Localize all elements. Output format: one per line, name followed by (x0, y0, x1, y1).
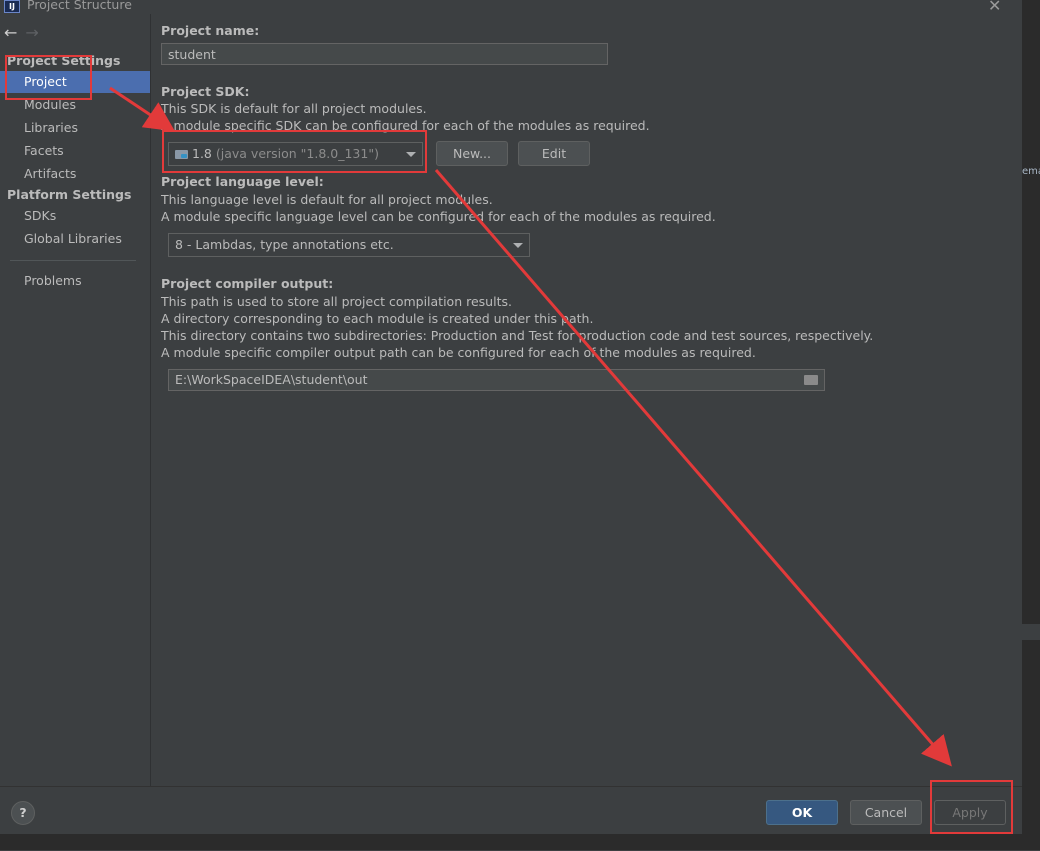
language-level-dropdown[interactable]: 8 - Lambdas, type annotations etc. (168, 233, 530, 257)
background-editor-text: ema (1022, 166, 1040, 177)
project-sdk-label: Project SDK: (161, 84, 250, 99)
compiler-output-value: E:\WorkSpaceIDEA\student\out (175, 372, 368, 387)
project-name-label: Project name: (161, 23, 260, 38)
project-sdk-desc-1: This SDK is default for all project modu… (161, 101, 427, 116)
annotation-box-apply (930, 780, 1013, 834)
help-button[interactable]: ? (11, 801, 35, 825)
language-level-label: Project language level: (161, 174, 324, 189)
new-sdk-button[interactable]: New... (436, 141, 508, 166)
compiler-output-desc-3: This directory contains two subdirectori… (161, 328, 874, 343)
compiler-output-desc-4: A module specific compiler output path c… (161, 345, 756, 360)
sidebar-item-sdks[interactable]: SDKs (0, 205, 150, 227)
annotation-box-sdk (162, 130, 427, 173)
sidebar-item-global-libraries[interactable]: Global Libraries (0, 228, 150, 250)
background-editor-strip (1022, 0, 1040, 850)
title-bar: IJ Project Structure ✕ (0, 0, 1022, 15)
forward-arrow-icon[interactable]: → (25, 23, 38, 42)
sidebar-divider (10, 260, 136, 261)
sidebar-item-artifacts[interactable]: Artifacts (0, 163, 150, 185)
annotation-box-project (5, 55, 92, 100)
back-arrow-icon[interactable]: ← (4, 23, 17, 42)
language-level-value: 8 - Lambdas, type annotations etc. (175, 237, 394, 252)
project-name-input[interactable] (161, 43, 608, 65)
cancel-button[interactable]: Cancel (850, 800, 922, 825)
ok-button[interactable]: OK (766, 800, 838, 825)
compiler-output-input[interactable]: E:\WorkSpaceIDEA\student\out (168, 369, 825, 391)
sidebar-item-libraries[interactable]: Libraries (0, 117, 150, 139)
compiler-output-desc-2: A directory corresponding to each module… (161, 311, 594, 326)
nav-arrows: ← → (4, 23, 39, 42)
compiler-output-desc-1: This path is used to store all project c… (161, 294, 512, 309)
sidebar-item-facets[interactable]: Facets (0, 140, 150, 162)
close-icon[interactable]: ✕ (988, 0, 1001, 15)
folder-browse-icon[interactable] (804, 375, 818, 385)
sidebar: ← → Project Settings Project Modules Libr… (0, 14, 151, 786)
chevron-down-icon (513, 243, 523, 248)
platform-settings-header: Platform Settings (7, 187, 132, 202)
edit-sdk-button[interactable]: Edit (518, 141, 590, 166)
intellij-app-icon: IJ (4, 0, 20, 13)
compiler-output-label: Project compiler output: (161, 276, 334, 291)
language-level-desc-1: This language level is default for all p… (161, 192, 493, 207)
sidebar-item-problems[interactable]: Problems (0, 270, 150, 292)
window-title: Project Structure (27, 0, 132, 12)
background-status-strip (0, 834, 1022, 850)
background-editor-bar (1022, 624, 1040, 640)
language-level-desc-2: A module specific language level can be … (161, 209, 716, 224)
